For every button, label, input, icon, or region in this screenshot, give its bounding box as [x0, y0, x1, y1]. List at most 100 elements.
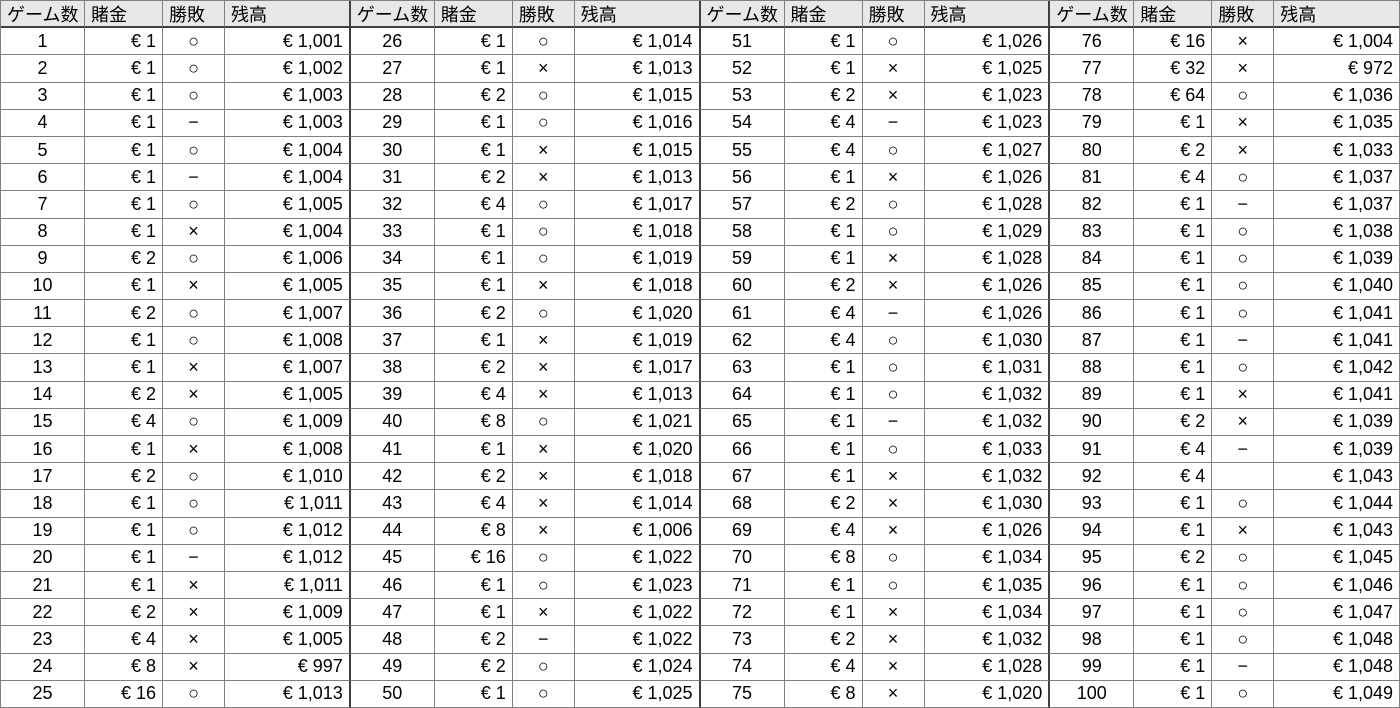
cell-balance: € 1,006 — [225, 246, 351, 273]
cell-balance: € 1,013 — [575, 164, 701, 191]
table-row: 18€ 1○€ 1,011 — [1, 490, 351, 517]
cell-balance: € 1,007 — [225, 354, 351, 381]
cell-bet: € 1 — [85, 55, 163, 82]
cell-balance: € 1,038 — [1274, 219, 1400, 246]
cell-balance: € 1,016 — [575, 110, 701, 137]
cell-game: 51 — [701, 28, 785, 55]
cell-result: × — [513, 518, 575, 545]
cell-bet: € 1 — [435, 137, 513, 164]
table-row: 72€ 1×€ 1,034 — [701, 599, 1051, 626]
table-row: 15€ 4○€ 1,009 — [1, 409, 351, 436]
cell-bet: € 1 — [85, 273, 163, 300]
cell-balance: € 1,019 — [575, 246, 701, 273]
cell-game: 67 — [701, 463, 785, 490]
table-row: 92€ 4€ 1,043 — [1050, 463, 1400, 490]
cell-game: 19 — [1, 518, 85, 545]
table-row: 62€ 4○€ 1,030 — [701, 327, 1051, 354]
cell-result: × — [163, 599, 225, 626]
cell-game: 90 — [1050, 409, 1134, 436]
cell-bet: € 2 — [1134, 545, 1212, 572]
table-row: 54€ 4−€ 1,023 — [701, 110, 1051, 137]
table-row: 90€ 2×€ 1,039 — [1050, 409, 1400, 436]
table-row: 87€ 1−€ 1,041 — [1050, 327, 1400, 354]
cell-game: 87 — [1050, 327, 1134, 354]
cell-game: 56 — [701, 164, 785, 191]
cell-game: 29 — [351, 110, 435, 137]
table-row: 43€ 4×€ 1,014 — [351, 490, 701, 517]
table-block: ゲーム数賭金勝敗残高1€ 1○€ 1,0012€ 1○€ 1,0023€ 1○€… — [1, 1, 351, 708]
cell-bet: € 16 — [85, 681, 163, 708]
table-row: 85€ 1○€ 1,040 — [1050, 273, 1400, 300]
cell-bet: € 4 — [785, 110, 863, 137]
cell-balance: € 1,009 — [225, 599, 351, 626]
table-row: 71€ 1○€ 1,035 — [701, 572, 1051, 599]
header-balance: 残高 — [575, 1, 701, 28]
cell-game: 71 — [701, 572, 785, 599]
cell-result: × — [513, 436, 575, 463]
cell-game: 10 — [1, 273, 85, 300]
cell-game: 49 — [351, 654, 435, 681]
cell-result: × — [513, 327, 575, 354]
table-row: 93€ 1○€ 1,044 — [1050, 490, 1400, 517]
table-row: 6€ 1−€ 1,004 — [1, 164, 351, 191]
table-row: 34€ 1○€ 1,019 — [351, 246, 701, 273]
cell-result: ○ — [1212, 83, 1274, 110]
cell-bet: € 4 — [435, 490, 513, 517]
table-row: 94€ 1×€ 1,043 — [1050, 518, 1400, 545]
cell-bet: € 1 — [85, 572, 163, 599]
table-block: ゲーム数賭金勝敗残高76€ 16×€ 1,00477€ 32×€ 97278€ … — [1050, 1, 1400, 708]
table-row: 70€ 8○€ 1,034 — [701, 545, 1051, 572]
cell-result: × — [863, 83, 925, 110]
header-bet: 賭金 — [1134, 1, 1212, 28]
cell-bet: € 4 — [785, 137, 863, 164]
cell-bet: € 1 — [85, 490, 163, 517]
table-row: 95€ 2○€ 1,045 — [1050, 545, 1400, 572]
cell-result: × — [163, 354, 225, 381]
cell-balance: € 1,036 — [1274, 83, 1400, 110]
cell-bet: € 1 — [85, 436, 163, 463]
cell-balance: € 1,022 — [575, 545, 701, 572]
cell-balance: € 1,039 — [1274, 409, 1400, 436]
cell-result: ○ — [163, 409, 225, 436]
cell-result: ○ — [863, 327, 925, 354]
cell-result: ○ — [513, 219, 575, 246]
cell-bet: € 1 — [435, 681, 513, 708]
cell-game: 36 — [351, 300, 435, 327]
cell-game: 83 — [1050, 219, 1134, 246]
header-game: ゲーム数 — [351, 1, 435, 28]
cell-balance: € 1,019 — [575, 327, 701, 354]
cell-game: 34 — [351, 246, 435, 273]
header-game: ゲーム数 — [1050, 1, 1134, 28]
spreadsheet: ゲーム数賭金勝敗残高1€ 1○€ 1,0012€ 1○€ 1,0023€ 1○€… — [0, 0, 1400, 708]
cell-balance: € 1,033 — [1274, 137, 1400, 164]
cell-bet: € 1 — [1134, 382, 1212, 409]
cell-game: 25 — [1, 681, 85, 708]
cell-game: 50 — [351, 681, 435, 708]
cell-game: 40 — [351, 409, 435, 436]
cell-balance: € 1,011 — [225, 490, 351, 517]
cell-game: 30 — [351, 137, 435, 164]
cell-bet: € 4 — [1134, 436, 1212, 463]
cell-game: 38 — [351, 354, 435, 381]
cell-game: 63 — [701, 354, 785, 381]
cell-game: 76 — [1050, 28, 1134, 55]
header-row: ゲーム数賭金勝敗残高 — [1, 1, 351, 28]
cell-bet: € 1 — [435, 28, 513, 55]
table-row: 65€ 1−€ 1,032 — [701, 409, 1051, 436]
table-row: 19€ 1○€ 1,012 — [1, 518, 351, 545]
cell-balance: € 1,010 — [225, 463, 351, 490]
cell-result: ○ — [513, 300, 575, 327]
cell-balance: € 1,006 — [575, 518, 701, 545]
cell-game: 43 — [351, 490, 435, 517]
cell-bet: € 1 — [785, 219, 863, 246]
cell-bet: € 1 — [85, 545, 163, 572]
cell-bet: € 8 — [785, 681, 863, 708]
cell-result: ○ — [513, 28, 575, 55]
table-row: 14€ 2×€ 1,005 — [1, 382, 351, 409]
cell-game: 59 — [701, 246, 785, 273]
cell-result: − — [863, 110, 925, 137]
cell-result: × — [513, 137, 575, 164]
cell-result: ○ — [513, 545, 575, 572]
table-row: 37€ 1×€ 1,019 — [351, 327, 701, 354]
table-row: 38€ 2×€ 1,017 — [351, 354, 701, 381]
